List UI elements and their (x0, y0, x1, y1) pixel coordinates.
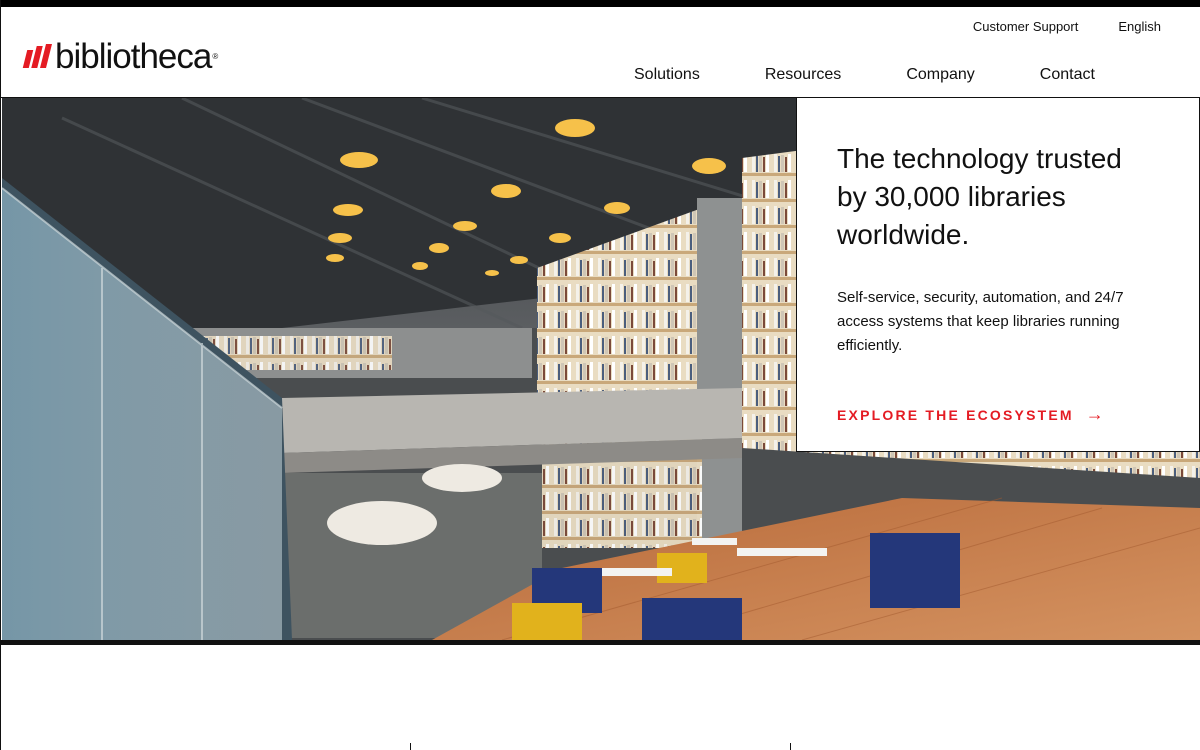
hero-description: Self-service, security, automation, and … (837, 289, 1124, 354)
brand-name: bibliotheca (55, 36, 212, 76)
hero-card: The technology trusted by 30,000 librari… (796, 97, 1200, 452)
logo-mark-icon (22, 44, 52, 68)
top-border (1, 0, 1200, 7)
main-nav: Solutions Resources Company Contact (634, 66, 1095, 84)
column-divider (790, 743, 791, 750)
content-section (1, 645, 1200, 750)
nav-contact[interactable]: Contact (1040, 66, 1095, 84)
nav-resources[interactable]: Resources (765, 66, 841, 84)
language-selector[interactable]: English (1118, 19, 1161, 34)
nav-company[interactable]: Company (906, 66, 974, 84)
customer-support-link[interactable]: Customer Support (973, 19, 1079, 34)
registered-mark: ® (212, 51, 219, 61)
utility-nav: Customer Support English (973, 19, 1161, 34)
explore-ecosystem-link[interactable]: EXPLORE THE ECOSYSTEM → (837, 404, 1159, 425)
site-header: bibliotheca ® Customer Support English S… (1, 7, 1200, 98)
nav-solutions[interactable]: Solutions (634, 66, 700, 84)
cta-label: EXPLORE THE ECOSYSTEM (837, 406, 1074, 423)
brand-logo[interactable]: bibliotheca ® (22, 36, 219, 76)
column-divider (410, 743, 411, 750)
hero-headline: The technology trusted by 30,000 librari… (837, 143, 1122, 250)
page: bibliotheca ® Customer Support English S… (0, 0, 1200, 750)
arrow-right-icon: → (1085, 404, 1104, 424)
